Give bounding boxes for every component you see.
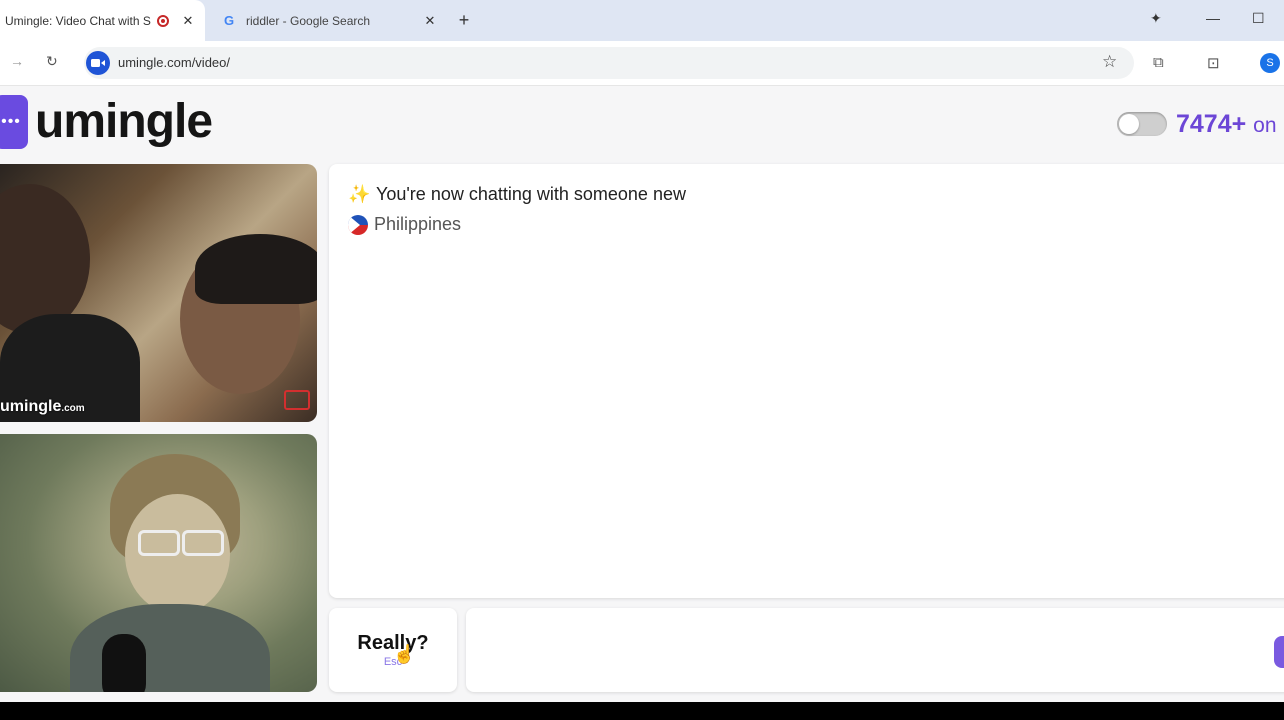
video-person-hair (195, 234, 317, 304)
video-person-body (70, 604, 270, 692)
tab-google-search[interactable]: G riddler - Google Search ✕ (212, 0, 444, 41)
address-bar[interactable]: umingle.com/video/ ☆ (84, 47, 1134, 79)
mouse-cursor-icon: ☝ (393, 644, 416, 664)
profile-avatar[interactable]: S (1260, 53, 1280, 73)
report-icon[interactable] (284, 390, 310, 410)
message-input[interactable] (466, 608, 1284, 692)
stranger-video: umingle.com (0, 164, 317, 422)
video-person (0, 184, 90, 334)
recording-icon (157, 14, 169, 27)
chat-status-message: You're now chatting with someone new (376, 184, 686, 204)
close-tab-icon[interactable]: ✕ (181, 13, 195, 29)
video-watermark: umingle.com (0, 398, 85, 416)
browser-toolbar: → ↻ umingle.com/video/ ☆ ⧉ ⊡ (0, 41, 1284, 86)
send-button[interactable] (1274, 636, 1284, 668)
bookmark-star-icon[interactable]: ☆ (1102, 52, 1117, 72)
new-tab-button[interactable]: + (456, 11, 472, 29)
skip-button[interactable]: Really? Esc ☝ (329, 608, 457, 692)
tab-umingle[interactable]: Umingle: Video Chat with St ✕ (0, 0, 205, 41)
umingle-logo-icon[interactable]: ••• (0, 95, 28, 149)
microphone (102, 634, 146, 692)
tab-search-icon[interactable]: ⊡ (1207, 54, 1220, 72)
chat-country-line: Philippines (348, 214, 461, 235)
extensions-icon[interactable]: ⧉ (1153, 54, 1164, 71)
philippines-flag-icon (348, 214, 368, 235)
watermark-suffix: .com (61, 403, 85, 414)
glasses-left (138, 530, 180, 556)
theme-toggle[interactable] (1117, 112, 1167, 136)
chat-status-line: ✨ You're now chatting with someone new (348, 184, 686, 205)
self-video (0, 434, 317, 692)
chat-country: Philippines (374, 214, 462, 234)
maximize-icon[interactable]: ☐ (1252, 10, 1265, 27)
url-text: umingle.com/video/ (118, 55, 230, 70)
google-icon: G (223, 13, 235, 28)
gemini-icon[interactable]: ✦ (1150, 10, 1162, 27)
online-count-suffix: on (1253, 114, 1277, 137)
page-content: ••• umingle 7474+ on umingle.com ✨ You'r… (0, 86, 1284, 702)
browser-tab-strip: Umingle: Video Chat with St ✕ G riddler … (0, 0, 1284, 41)
minimize-icon[interactable]: — (1206, 10, 1220, 26)
tab-title: Umingle: Video Chat with St (5, 13, 151, 28)
site-camera-icon[interactable] (86, 51, 110, 75)
toggle-knob (1119, 114, 1139, 134)
chat-panel: ✨ You're now chatting with someone new P… (329, 164, 1284, 598)
close-tab-icon[interactable]: ✕ (423, 13, 437, 29)
online-count: 7474+ on (1176, 110, 1277, 139)
watermark-text: umingle (0, 398, 62, 415)
sparkle-icon: ✨ (348, 184, 371, 204)
glasses-right (182, 530, 224, 556)
tab-title: riddler - Google Search (246, 13, 371, 28)
forward-icon[interactable]: → (10, 53, 24, 69)
site-logo[interactable]: umingle (35, 94, 213, 149)
online-count-number: 7474+ (1176, 110, 1247, 138)
reload-icon[interactable]: ↻ (46, 53, 58, 70)
